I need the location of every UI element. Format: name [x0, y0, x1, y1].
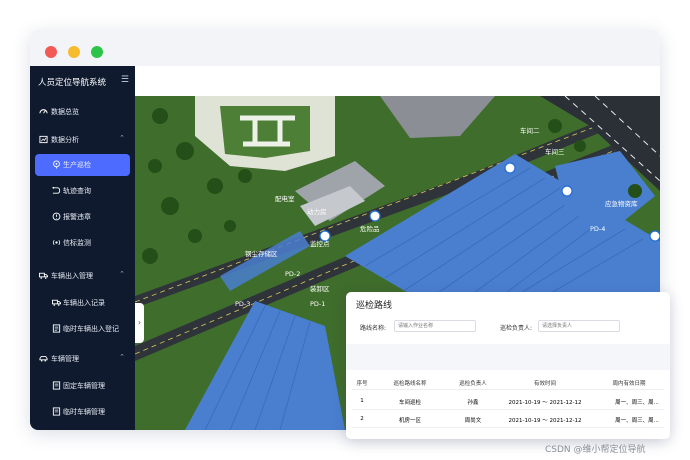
top-bar	[135, 66, 660, 96]
minimize-window-button[interactable]	[68, 46, 80, 58]
panel-title: 巡检路线	[356, 301, 393, 311]
sidebar-item-label: 车辆管理	[51, 355, 79, 363]
map-label: 监控点	[310, 239, 330, 248]
sidebar-item-temp-registration[interactable]: 临时车辆出入登记	[30, 318, 135, 340]
sidebar-item-overview[interactable]: 数据总览	[30, 101, 135, 123]
sidebar-item-label: 临时车辆管理	[63, 408, 105, 416]
sidebar-item-data-analysis[interactable]: 数据分析 ⌃	[30, 129, 135, 151]
menu-icon[interactable]: ☰	[121, 75, 129, 85]
map-label: 车间二	[520, 126, 540, 135]
sidebar-item-label: 车辆出入记录	[63, 299, 105, 307]
map-label: PD-1	[310, 300, 325, 308]
map-label: 钢尘存储区	[245, 249, 278, 258]
location-pin-icon	[53, 160, 60, 169]
row-divider	[352, 409, 664, 410]
cell-owner: 孙鑫	[467, 400, 479, 406]
owner-select[interactable]	[538, 320, 620, 332]
cell-valid-time: 2021-10-19 ～ 2021-12-12	[508, 400, 582, 406]
cell-index: 2	[360, 416, 364, 422]
column-header: 巡检负责人	[459, 381, 487, 387]
sidebar-item-inspection[interactable]: 生产巡检	[35, 154, 130, 176]
app-title: 人员定位导航系统	[38, 78, 107, 88]
route-name-label: 路线名称:	[360, 325, 387, 332]
column-header: 巡检路线名称	[393, 381, 427, 387]
record-icon	[52, 299, 61, 306]
register-icon	[52, 324, 61, 333]
cell-index: 1	[360, 398, 364, 404]
map-label: PD-4	[590, 225, 605, 233]
document-icon	[52, 407, 61, 416]
route-name-input[interactable]	[394, 320, 476, 332]
sidebar-item-label: 固定车辆管理	[63, 382, 105, 390]
row-divider	[352, 389, 664, 390]
window-titlebar	[30, 30, 660, 66]
sidebar-item-label: 信标监测	[63, 239, 91, 247]
map-label: 应急物资库	[605, 199, 638, 208]
sidebar-collapse-toggle[interactable]: ›	[135, 303, 144, 343]
column-header: 序号	[356, 381, 368, 387]
sidebar-item-vehicle-access[interactable]: 车辆出入管理 ⌃	[30, 265, 135, 287]
map-label: 装卸区	[310, 284, 330, 293]
sidebar-item-label: 临时车辆出入登记	[63, 325, 119, 333]
column-header: 周内有效日期	[612, 381, 646, 387]
cell-route-name: 机房一区	[398, 418, 422, 424]
sidebar-item-label: 数据总览	[51, 108, 79, 116]
cell-owner: 周尚文	[464, 418, 482, 424]
cell-valid-time: 2021-10-19 ～ 2021-12-12	[508, 418, 582, 424]
car-icon	[39, 356, 48, 362]
sidebar-item-temp-vehicles[interactable]: 临时车辆管理	[30, 401, 135, 423]
sidebar-item-label: 报警违章	[63, 213, 91, 221]
sidebar-item-track-query[interactable]: 轨迹查询	[30, 180, 135, 202]
chevron-up-icon: ⌃	[119, 134, 125, 142]
document-icon	[52, 381, 61, 390]
sidebar-item-vehicle-management[interactable]: 车辆管理 ⌃	[30, 348, 135, 370]
map-label: 车间三	[545, 147, 565, 156]
sidebar-item-alarm[interactable]: 报警违章	[30, 206, 135, 228]
close-window-button[interactable]	[45, 46, 57, 58]
sidebar-item-beacon[interactable]: 信标监测	[30, 232, 135, 254]
chevron-up-icon: ⌃	[119, 270, 125, 278]
watermark: CSDN @维小帮定位导航	[545, 445, 646, 455]
beacon-icon	[52, 239, 61, 246]
map-label: 危险品	[360, 224, 380, 233]
cell-valid-days: 周一、周三、周...	[615, 418, 659, 424]
map-label: 配电室	[275, 194, 295, 203]
dashboard-icon	[39, 109, 48, 114]
maximize-window-button[interactable]	[91, 46, 103, 58]
sidebar-item-label: 车辆出入管理	[51, 272, 93, 280]
analysis-icon	[39, 135, 48, 144]
column-header: 有效时间	[533, 381, 557, 387]
cell-route-name: 车间巡检	[398, 400, 422, 406]
sidebar-item-label: 轨迹查询	[63, 187, 91, 195]
sidebar-item-label: 生产巡检	[63, 161, 91, 169]
track-icon	[52, 186, 61, 194]
panel-toolbar	[346, 344, 670, 370]
inspection-route-panel: 巡检路线 路线名称: 巡检负责人: 序号 巡检路线名称 巡检负责人 有效时间 周…	[346, 292, 670, 439]
cell-valid-days: 周一、周三、周...	[615, 400, 659, 406]
map-label: PD-3	[235, 300, 250, 308]
truck-icon	[39, 272, 48, 279]
sidebar: 人员定位导航系统 ☰ 数据总览 数据分析 ⌃ 生产巡检 轨迹查询 报警违章 信标…	[30, 66, 135, 430]
owner-label: 巡检负责人:	[500, 325, 533, 332]
sidebar-item-fixed-vehicles[interactable]: 固定车辆管理	[30, 375, 135, 397]
map-label: 动力房	[307, 207, 327, 216]
row-divider	[352, 427, 664, 428]
chevron-up-icon: ⌃	[119, 353, 125, 361]
map-label: PD-2	[285, 270, 300, 278]
chevron-right-icon: ›	[137, 318, 142, 327]
sidebar-item-vehicle-records[interactable]: 车辆出入记录	[30, 292, 135, 314]
alarm-icon	[52, 212, 61, 221]
sidebar-item-label: 数据分析	[51, 136, 79, 144]
